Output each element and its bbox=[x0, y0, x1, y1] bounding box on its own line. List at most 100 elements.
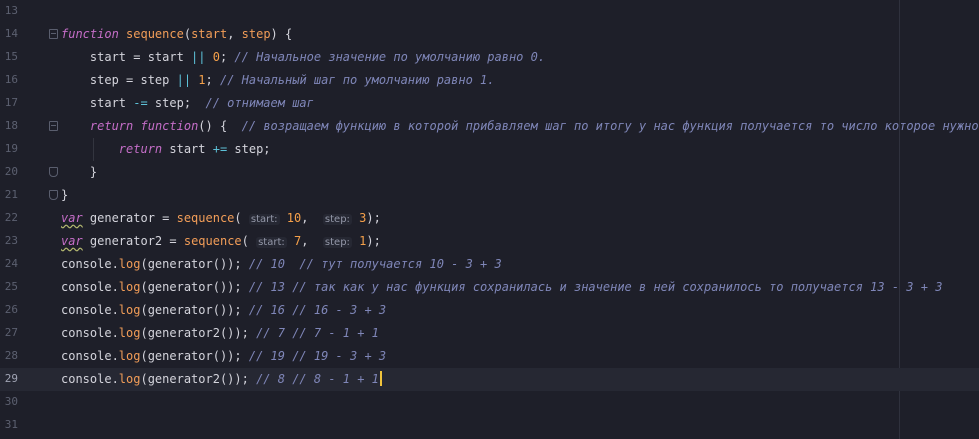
code-token: generator = bbox=[82, 211, 177, 225]
code-token: ( bbox=[183, 27, 192, 41]
code-line[interactable]: 18 return function() { // возращаем функ… bbox=[0, 115, 979, 138]
code-token: (generator2()); bbox=[140, 326, 257, 340]
code-token: (generator2()); bbox=[140, 372, 257, 386]
code-token: ); bbox=[366, 211, 381, 225]
code-token: () { bbox=[198, 119, 242, 133]
code-token: , bbox=[301, 234, 323, 248]
line-number: 14 bbox=[4, 27, 18, 40]
code-token: start bbox=[162, 142, 213, 156]
code-token: start bbox=[191, 27, 228, 41]
fold-end-icon[interactable] bbox=[49, 167, 58, 177]
code-text[interactable]: function sequence(start, step) { bbox=[61, 26, 292, 42]
code-token: sequence bbox=[176, 211, 235, 225]
parameter-hint: start: bbox=[248, 214, 280, 225]
code-line[interactable]: 29 console.log(generator2()); // 8 // 8 -… bbox=[0, 368, 979, 391]
code-token: // 19 // 19 - 3 + 3 bbox=[248, 349, 387, 363]
code-line[interactable]: 28 console.log(generator()); // 19 // 19 … bbox=[0, 345, 979, 368]
code-text[interactable]: console.log(generator()); // 19 // 19 - … bbox=[61, 348, 386, 364]
code-line[interactable]: 25 console.log(generator()); // 13 // так… bbox=[0, 276, 979, 299]
line-number: 18 bbox=[4, 119, 18, 132]
code-token: (generator()); bbox=[140, 257, 249, 271]
code-token: generator2 = bbox=[82, 234, 184, 248]
code-token: console. bbox=[61, 326, 119, 340]
code-text[interactable]: console.log(generator()); // 13 // так к… bbox=[61, 279, 942, 295]
code-line[interactable]: 19 return start += step; bbox=[0, 138, 979, 161]
code-token: console. bbox=[61, 303, 119, 317]
code-token: console. bbox=[61, 280, 119, 294]
code-line[interactable]: 22 var generator = sequence( start: 10, s… bbox=[0, 207, 979, 230]
fold-end-icon[interactable] bbox=[49, 190, 58, 200]
line-number: 30 bbox=[4, 395, 18, 408]
code-token: // 8 // 8 - 1 + 1 bbox=[256, 372, 379, 386]
code-line[interactable]: 20 } bbox=[0, 161, 979, 184]
code-token: -= bbox=[133, 96, 148, 110]
code-token: step; bbox=[227, 142, 271, 156]
code-token: // возращаем функцию в которой прибавляе… bbox=[241, 119, 979, 133]
code-token: sequence bbox=[183, 234, 242, 248]
code-token: ; bbox=[219, 50, 235, 64]
code-text[interactable]: return function() { // возращаем функцию… bbox=[61, 118, 979, 134]
code-line[interactable]: 14 function sequence(start, step) { bbox=[0, 23, 979, 46]
code-text[interactable]: step = step || 1; // Начальный шаг по ум… bbox=[61, 72, 495, 88]
code-token: += bbox=[212, 142, 228, 156]
parameter-hint: step: bbox=[322, 214, 352, 225]
line-number: 23 bbox=[4, 234, 18, 247]
code-text[interactable]: console.log(generator2()); // 8 // 8 - 1… bbox=[61, 371, 382, 387]
code-line[interactable]: 23 var generator2 = sequence( start: 7, s… bbox=[0, 230, 979, 253]
code-token: log bbox=[118, 349, 141, 363]
code-token: return bbox=[89, 119, 134, 133]
code-line[interactable]: 24 console.log(generator()); // 10 // тут… bbox=[0, 253, 979, 276]
code-line[interactable]: 21} bbox=[0, 184, 979, 207]
code-text[interactable]: start = start || 0; // Начальное значени… bbox=[61, 49, 545, 65]
code-line[interactable]: 16 step = step || 1; // Начальный шаг по… bbox=[0, 69, 979, 92]
code-token: function bbox=[140, 119, 199, 133]
code-token: return bbox=[118, 142, 163, 156]
code-token: , bbox=[227, 27, 242, 41]
code-line[interactable]: 30 bbox=[0, 391, 979, 414]
parameter-hint: step: bbox=[322, 237, 352, 248]
code-editor[interactable]: 13 14 function sequence(start, step) { 15 s… bbox=[0, 0, 979, 439]
code-text[interactable]: start -= step; // отнимаем шаг bbox=[61, 95, 314, 111]
line-number: 13 bbox=[4, 4, 18, 17]
line-number: 22 bbox=[4, 211, 18, 224]
code-token: || bbox=[191, 50, 206, 64]
code-text[interactable]: console.log(generator()); // 10 // тут п… bbox=[61, 256, 502, 272]
code-token: console. bbox=[61, 349, 119, 363]
code-token: ( bbox=[234, 211, 249, 225]
code-line[interactable]: 15 start = start || 0; // Начальное знач… bbox=[0, 46, 979, 69]
code-line[interactable]: 26 console.log(generator()); // 16 // 16 … bbox=[0, 299, 979, 322]
code-token: // Начальный шаг по умолчанию равно 1. bbox=[219, 73, 495, 87]
code-text[interactable]: var generator = sequence( start: 10, ste… bbox=[61, 210, 381, 228]
code-text[interactable]: } bbox=[61, 187, 68, 203]
code-text[interactable]: console.log(generator()); // 16 // 16 - … bbox=[61, 302, 386, 318]
code-text[interactable]: console.log(generator2()); // 7 // 7 - 1… bbox=[61, 325, 379, 341]
code-line[interactable]: 17 start -= step; // отнимаем шаг bbox=[0, 92, 979, 115]
code-text[interactable]: var generator2 = sequence( start: 7, ste… bbox=[61, 233, 381, 251]
code-token: } bbox=[61, 188, 69, 202]
code-text[interactable]: } bbox=[61, 164, 97, 180]
fold-collapse-icon[interactable] bbox=[49, 121, 58, 131]
code-token: step; bbox=[147, 96, 206, 110]
code-text[interactable]: return start += step; bbox=[61, 141, 271, 157]
code-token: var bbox=[61, 211, 83, 225]
line-number: 26 bbox=[4, 303, 18, 316]
code-token: 10 bbox=[286, 211, 302, 225]
line-number: 31 bbox=[4, 418, 18, 431]
code-line[interactable]: 13 bbox=[0, 0, 979, 23]
line-number: 27 bbox=[4, 326, 18, 339]
parameter-hint: start: bbox=[256, 237, 287, 248]
code-token: console. bbox=[61, 372, 119, 386]
code-token: } bbox=[61, 165, 98, 179]
code-token: start = start bbox=[61, 50, 192, 64]
fold-collapse-icon[interactable] bbox=[49, 29, 58, 39]
code-token: // 10 // тут получается 10 - 3 + 3 bbox=[248, 257, 502, 271]
code-line[interactable]: 27 console.log(generator2()); // 7 // 7 -… bbox=[0, 322, 979, 345]
code-token: ) { bbox=[270, 27, 293, 41]
code-line[interactable]: 31 bbox=[0, 414, 979, 437]
